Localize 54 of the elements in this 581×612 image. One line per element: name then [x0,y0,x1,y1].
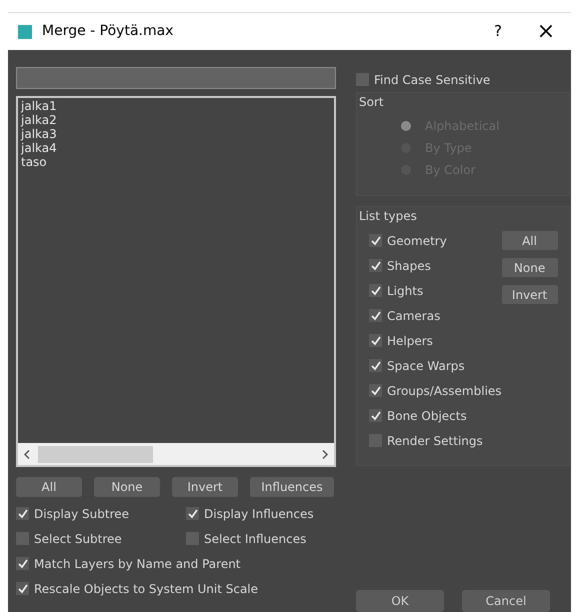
checkbox[interactable]: Bone Objects [369,403,502,428]
check-icon [370,310,380,320]
checkbox[interactable]: Helpers [369,328,502,353]
check-icon [370,360,380,370]
check-icon [18,558,28,568]
checkbox[interactable]: Select Influences [186,526,336,551]
checkbox[interactable]: Geometry [369,228,502,253]
check-icon [18,508,28,518]
search-field[interactable] [16,67,336,89]
dialog-button[interactable]: OK [356,590,444,612]
list-item[interactable]: taso [21,155,334,169]
type-button[interactable]: None [502,258,558,277]
type-button[interactable]: All [502,231,558,250]
scroll-right-icon[interactable] [322,450,328,458]
list-item[interactable]: jalka3 [21,127,334,141]
checkbox[interactable]: Lights [369,278,502,303]
check-icon [18,584,28,594]
help-button[interactable]: ? [483,20,513,43]
checkbox[interactable]: Cameras [369,303,502,328]
group-title: Sort [359,94,385,111]
window-title: Merge - Pöytä.max [42,22,174,41]
list-button[interactable]: Invert [172,477,238,497]
checkbox[interactable]: Shapes [369,253,502,278]
type-button[interactable]: Invert [502,285,558,304]
checkbox[interactable]: Find Case Sensitive [356,67,570,92]
list-button[interactable]: Influences [250,477,334,497]
check-icon [370,386,380,396]
check-icon [188,508,198,518]
checkbox[interactable]: Select Subtree [16,526,186,551]
checkbox[interactable]: Display Subtree [16,501,186,526]
check-icon [370,286,380,296]
scrollbar-thumb[interactable] [38,446,153,462]
checkbox[interactable]: Space Warps [369,353,502,378]
checkbox[interactable]: Match Layers by Name and Parent [16,551,336,576]
checkbox[interactable]: Display Influences [186,501,336,526]
list-button[interactable]: All [16,477,82,497]
check-icon [370,236,380,246]
check-icon [370,410,380,420]
horizontal-scrollbar[interactable] [18,443,334,465]
list-item[interactable]: jalka4 [21,141,334,155]
list-item[interactable]: jalka2 [21,113,334,127]
checkbox[interactable]: Groups/Assemblies [369,378,502,403]
check-icon [370,260,380,270]
dialog-button[interactable]: Cancel [462,590,550,612]
list-item[interactable]: jalka1 [21,99,334,113]
object-list[interactable]: jalka1 jalka2 jalka3 jalka4 taso [16,96,336,467]
close-button[interactable]: × [531,20,561,42]
list-button[interactable]: None [94,477,160,497]
app-logo-icon [18,24,32,38]
scroll-left-icon[interactable] [24,450,30,458]
checkbox[interactable]: Render Settings [369,428,502,453]
check-icon [370,336,380,346]
group-title: List types [359,208,418,225]
checkbox[interactable]: Rescale Objects to System Unit Scale [16,576,336,601]
